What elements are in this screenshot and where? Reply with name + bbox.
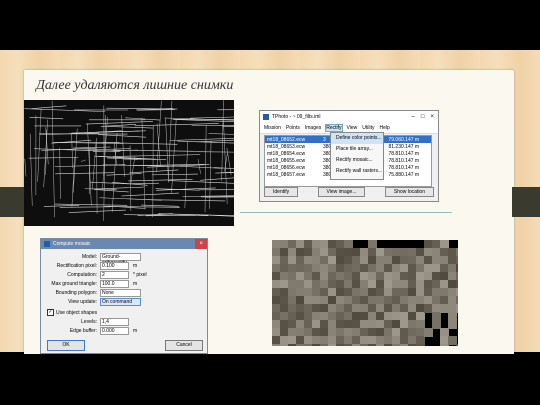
unit-label: m bbox=[133, 263, 138, 269]
menu-item-rectify-mosaic[interactable]: Rectify mosaic... bbox=[331, 155, 383, 166]
polygon-select[interactable]: None bbox=[100, 289, 141, 297]
maximize-icon[interactable]: □ bbox=[421, 114, 425, 120]
close-icon[interactable]: × bbox=[430, 114, 434, 120]
use-object-shapes[interactable]: ✓ Use object shapes bbox=[47, 309, 97, 316]
slide-title: Далее удаляются лишние снимки bbox=[36, 78, 234, 93]
menu-help[interactable]: Help bbox=[380, 125, 390, 131]
field-label: Rectification pixel: bbox=[56, 263, 97, 269]
menu-item-place-tile-array[interactable]: Place tile array... bbox=[331, 144, 383, 155]
window-titlebar: TPhoto - ~ 09_filts.iml – □ × bbox=[260, 111, 438, 123]
field-label: View update: bbox=[68, 299, 97, 305]
model-row: Model: Ground-orthorectify bbox=[41, 253, 207, 266]
field-label: Model: bbox=[81, 254, 97, 260]
unit-label: * pixel bbox=[133, 272, 147, 278]
field-label: Edge buffer: bbox=[69, 328, 97, 334]
window-title: TPhoto - ~ 09_filts.iml bbox=[272, 114, 321, 120]
field-label: Max ground triangle: bbox=[51, 281, 97, 287]
dialog-title: Compute mosaic bbox=[53, 241, 91, 247]
computation-row: Computation: 2 * pixel bbox=[41, 271, 207, 279]
polygon-row: Bounding polygon: None bbox=[41, 289, 207, 297]
field-label: Bounding polygon: bbox=[55, 290, 97, 296]
checkbox-label: Use object shapes bbox=[56, 309, 98, 316]
view-image-button[interactable]: View image... bbox=[317, 187, 366, 197]
unit-label: m bbox=[133, 281, 138, 287]
model-select[interactable]: Ground-orthorectify bbox=[100, 253, 141, 266]
view-update-select[interactable]: On command bbox=[100, 298, 141, 306]
menu-item-rectify-wall-rasters[interactable]: Rectify wall rasters... bbox=[331, 166, 383, 177]
levels-input[interactable]: 1,4 bbox=[100, 318, 129, 326]
edge-row: Edge buffer: 0.000 m bbox=[41, 327, 207, 335]
mosaic-image bbox=[272, 240, 458, 346]
computation-input[interactable]: 2 bbox=[100, 271, 129, 279]
update-row: View update: On command bbox=[41, 298, 207, 306]
field-label: Computation: bbox=[67, 272, 97, 278]
menu-rectify[interactable]: Rectify bbox=[325, 124, 343, 132]
triangle-input[interactable]: 100.0 bbox=[100, 280, 129, 288]
divider bbox=[240, 212, 452, 213]
menu-mission[interactable]: Mission bbox=[264, 125, 281, 131]
menu-images[interactable]: Images bbox=[305, 125, 321, 131]
compute-mosaic-dialog: Compute mosaic × Model: Ground-orthorect… bbox=[40, 238, 208, 354]
edge-input[interactable]: 0.000 bbox=[100, 327, 129, 335]
menu-points[interactable]: Points bbox=[286, 125, 300, 131]
app-icon bbox=[44, 241, 50, 247]
menu-utility[interactable]: Utility bbox=[362, 125, 374, 131]
rectify-menu: Define color points... Place tile array.… bbox=[330, 132, 384, 180]
minimize-icon[interactable]: – bbox=[412, 114, 415, 120]
checkbox[interactable]: ✓ bbox=[47, 309, 54, 316]
show-location-button[interactable]: Show location bbox=[384, 187, 434, 197]
cancel-button[interactable]: Cancel bbox=[165, 340, 203, 351]
menu-view[interactable]: View bbox=[347, 125, 358, 131]
identify-button[interactable]: Identify bbox=[264, 187, 299, 197]
pixel-row: Rectification pixel: 0.100 m bbox=[41, 262, 207, 270]
window-button-row: Identify View image... Show location bbox=[264, 187, 434, 197]
triangle-row: Max ground triangle: 100.0 m bbox=[41, 280, 207, 288]
close-icon[interactable]: × bbox=[195, 239, 207, 249]
app-icon bbox=[263, 114, 269, 120]
dialog-titlebar: Compute mosaic × bbox=[41, 239, 207, 249]
menu-item-define-color-points[interactable]: Define color points... bbox=[331, 133, 383, 144]
ok-button[interactable]: OK bbox=[47, 340, 85, 351]
unit-label: m bbox=[133, 328, 138, 334]
levels-row: Levels: 1,4 bbox=[41, 318, 207, 326]
right-nav-tab[interactable] bbox=[512, 187, 540, 217]
wireframe-image bbox=[24, 100, 234, 226]
field-label: Levels: bbox=[81, 319, 97, 325]
pixel-input[interactable]: 0.100 bbox=[100, 262, 129, 270]
